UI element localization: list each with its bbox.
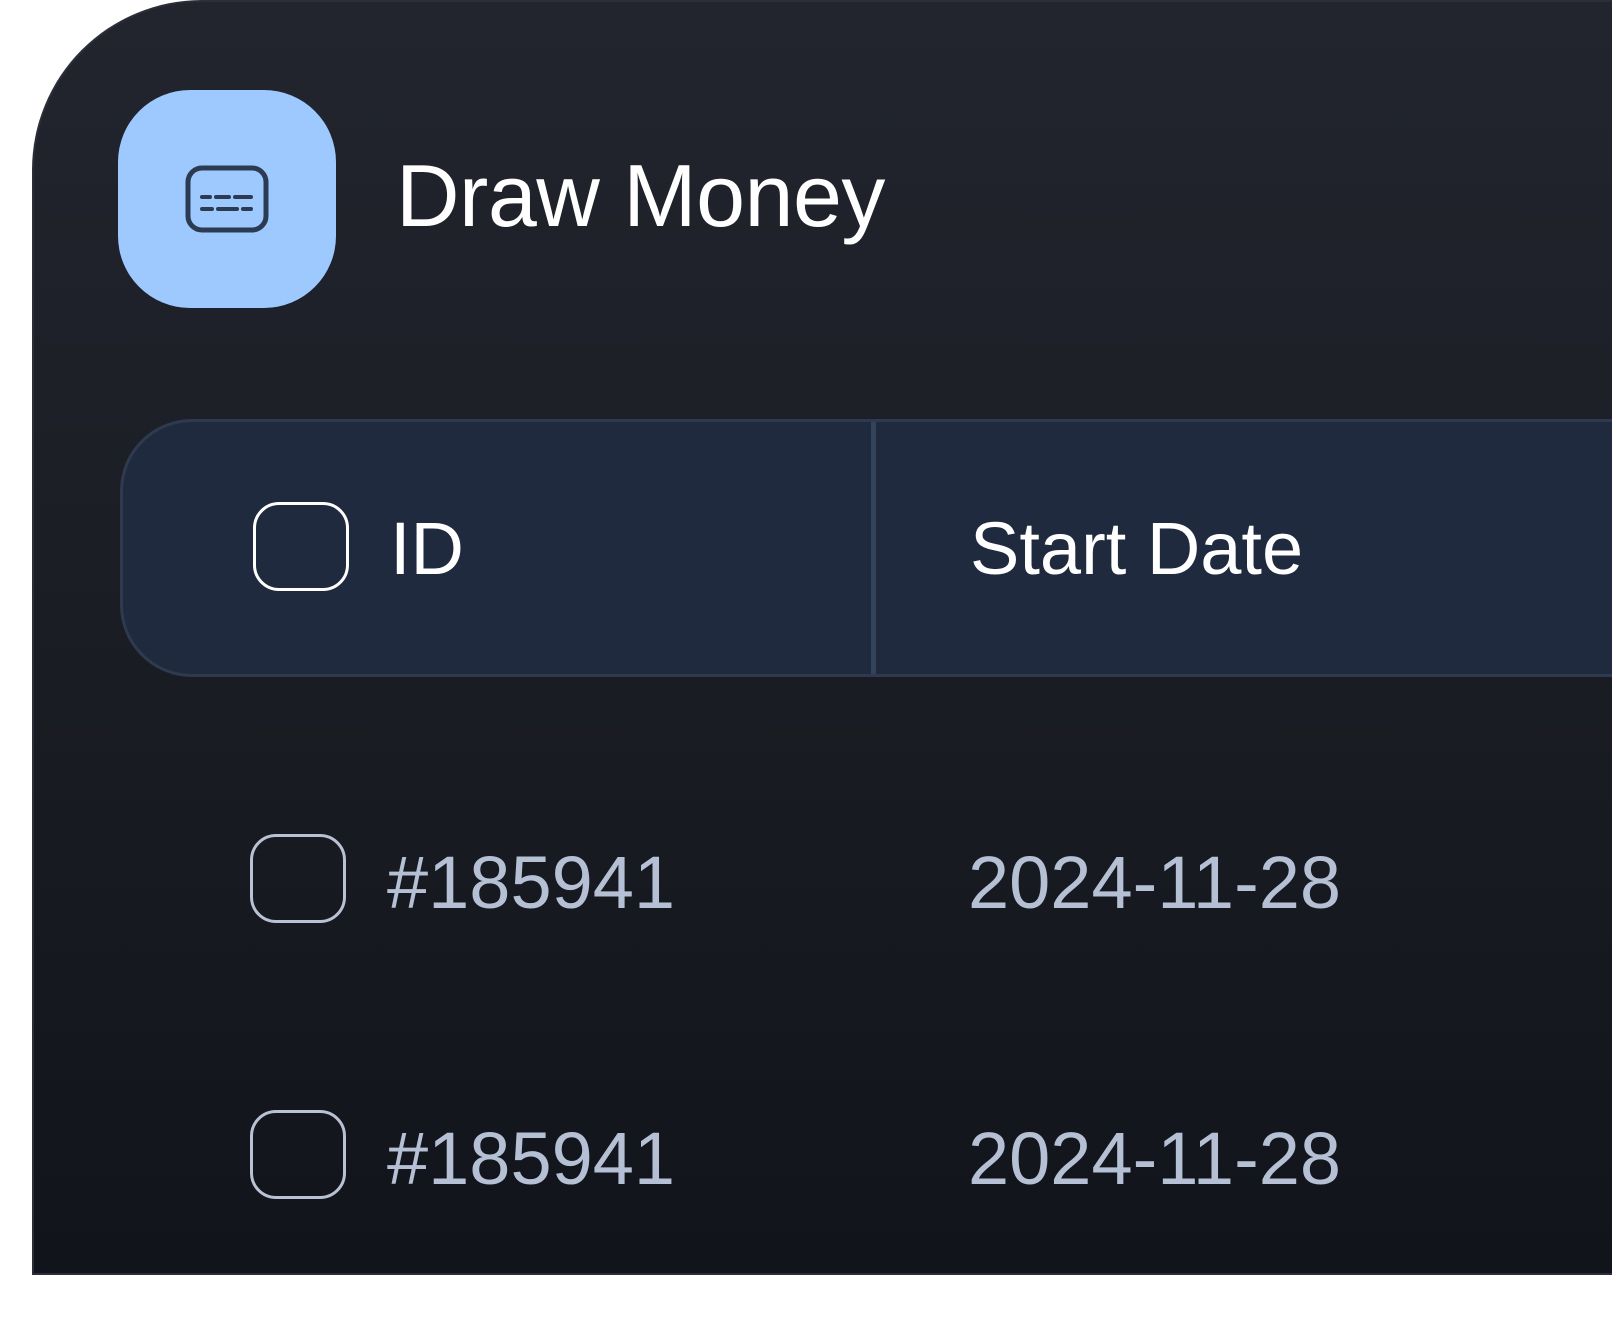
select-all-checkbox[interactable] (253, 502, 349, 591)
table-row[interactable]: #185941 2024-11-28 (34, 804, 1612, 954)
column-header-id[interactable]: ID (390, 512, 464, 586)
column-header-start-date[interactable]: Start Date (970, 512, 1303, 586)
page-title: Draw Money (396, 146, 885, 245)
table-row[interactable]: #185941 2024-11-28 (34, 1080, 1612, 1230)
app-icon-tile (118, 90, 336, 308)
row-id: #185941 (387, 1117, 676, 1200)
keyboard-icon (185, 165, 269, 233)
row-start-date: 2024-11-28 (968, 1117, 1342, 1200)
column-divider[interactable] (871, 422, 876, 674)
draw-money-card: Draw Money ID Start Date #185941 2024-11… (32, 0, 1612, 1275)
row-start-date: 2024-11-28 (968, 841, 1342, 924)
table-header: ID Start Date (120, 419, 1612, 677)
row-id: #185941 (387, 841, 676, 924)
row-checkbox[interactable] (250, 834, 346, 923)
row-checkbox[interactable] (250, 1110, 346, 1199)
